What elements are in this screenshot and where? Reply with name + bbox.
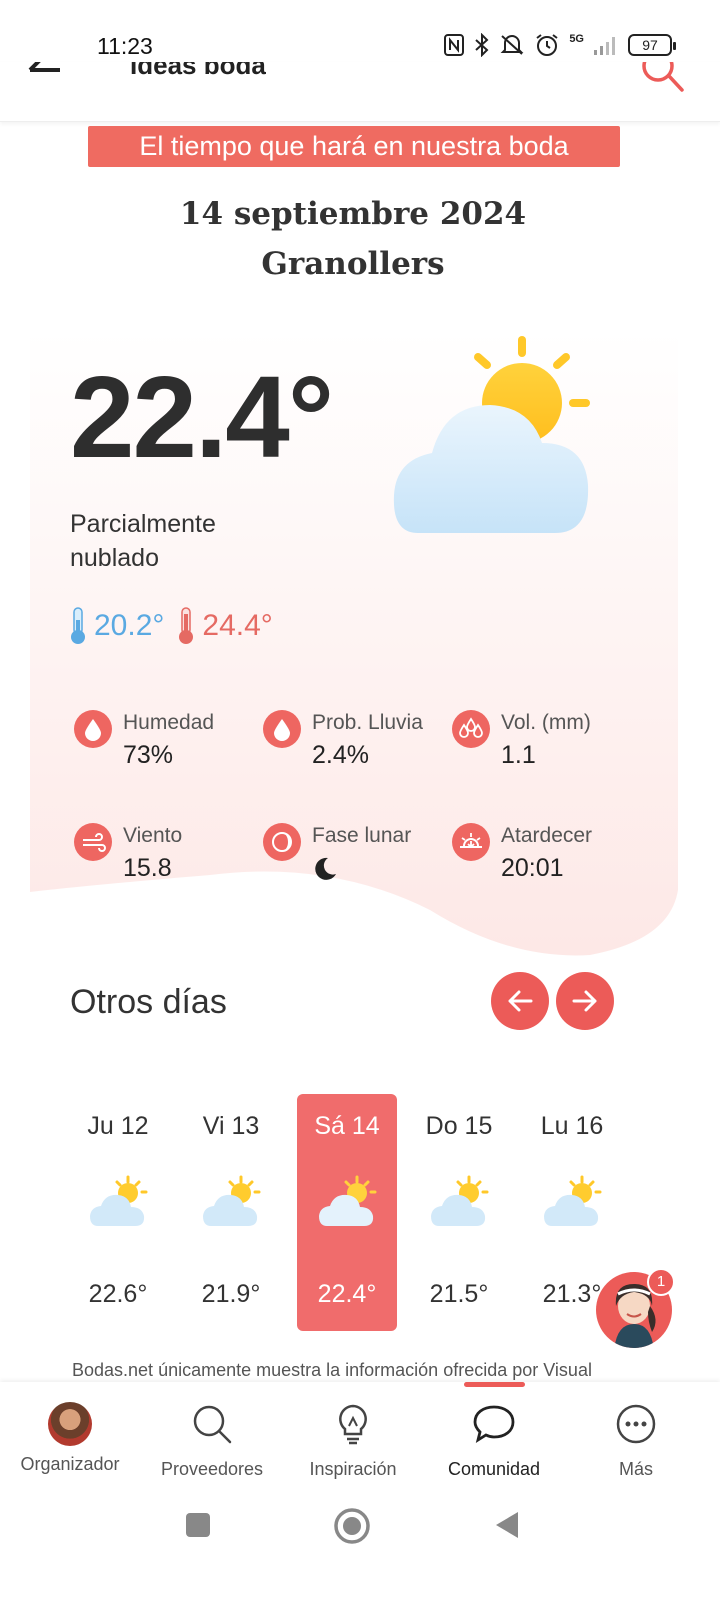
moon-crescent-icon xyxy=(312,854,338,889)
moon-phase-icon xyxy=(263,823,301,861)
recent-apps-icon[interactable] xyxy=(185,1512,211,1538)
stat-label: Vol. (mm) xyxy=(501,711,591,734)
day-temperature: 21.9° xyxy=(201,1280,261,1308)
day-label: Vi 13 xyxy=(202,1112,260,1140)
nav-label: Comunidad xyxy=(447,1459,541,1479)
stat-humidity: Humedad 73% xyxy=(74,707,264,777)
notification-badge: 1 xyxy=(647,1268,675,1296)
sunset-icon xyxy=(452,823,490,861)
stat-rain-volume: Vol. (mm) 1.1 xyxy=(452,707,642,777)
battery-icon: 97 xyxy=(628,34,676,56)
stat-value: 73% xyxy=(123,741,174,769)
back-arrow-icon[interactable] xyxy=(26,62,66,84)
stat-rain-probability: Prob. Lluvia 2.4% xyxy=(263,707,453,777)
stat-label: Fase lunar xyxy=(312,824,412,847)
day-temperature: 21.5° xyxy=(429,1280,489,1308)
stat-wind: Viento 15.8 xyxy=(74,820,264,890)
avatar xyxy=(48,1402,92,1446)
active-tab-indicator xyxy=(464,1382,525,1387)
max-temperature: 24.4° xyxy=(202,609,273,642)
status-bar: 11:23 5G 97 xyxy=(0,0,720,62)
chat-bubble-icon xyxy=(473,1405,515,1444)
days-carousel: Ju 12 22.6° Vi 13 21.9° Sá 14 22.4° Do 1… xyxy=(62,1094,662,1334)
home-icon[interactable] xyxy=(333,1507,371,1545)
bottom-navigation: Organizador Proveedores Inspiración Comu… xyxy=(0,1382,720,1482)
stat-label: Prob. Lluvia xyxy=(312,711,423,734)
day-label: Sá 14 xyxy=(314,1112,380,1140)
next-days-button[interactable] xyxy=(556,972,614,1030)
arrow-right-icon xyxy=(572,990,597,1012)
day-item[interactable]: Ju 12 22.6° xyxy=(68,1094,168,1331)
nfc-icon xyxy=(444,34,465,56)
nav-mas[interactable]: Más xyxy=(566,1402,706,1480)
stat-label: Atardecer xyxy=(501,824,593,847)
day-temperature: 22.6° xyxy=(88,1280,148,1308)
nav-comunidad[interactable]: Comunidad xyxy=(424,1402,564,1480)
header-title: Ideas boda xyxy=(130,62,266,80)
other-days-title: Otros días xyxy=(70,983,227,1021)
min-max-temperature: 20.2° 24.4° xyxy=(66,605,273,647)
event-city: Granollers xyxy=(261,246,445,282)
day-item[interactable]: Do 15 21.5° xyxy=(409,1094,509,1331)
partly-cloudy-icon xyxy=(90,1175,148,1226)
partly-cloudy-icon xyxy=(431,1175,489,1226)
partly-cloudy-icon xyxy=(393,336,590,533)
stat-sunset: Atardecer 20:01 xyxy=(452,820,642,890)
nav-organizador[interactable]: Organizador xyxy=(0,1402,140,1475)
thermometer-cold-icon xyxy=(71,607,85,644)
previous-days-button[interactable] xyxy=(491,972,549,1030)
thermometer-hot-icon xyxy=(179,607,194,644)
bluetooth-icon xyxy=(475,33,489,57)
nav-proveedores[interactable]: Proveedores xyxy=(142,1402,282,1480)
partly-cloudy-icon xyxy=(319,1175,377,1226)
event-date: 14 septiembre 2024 xyxy=(179,196,527,232)
day-label: Lu 16 xyxy=(540,1112,604,1140)
nav-inspiracion[interactable]: Inspiración xyxy=(283,1402,423,1480)
day-label: Do 15 xyxy=(425,1112,493,1140)
stat-value: 20:01 xyxy=(501,854,564,882)
status-icons: 5G 97 xyxy=(443,32,676,58)
lightbulb-icon xyxy=(339,1404,367,1445)
day-temperature: 22.4° xyxy=(317,1280,377,1308)
day-item[interactable]: Vi 13 21.9° xyxy=(181,1094,281,1331)
signal-icon xyxy=(594,37,615,55)
search-icon xyxy=(193,1405,232,1444)
search-icon[interactable] xyxy=(636,62,686,96)
drop-icon xyxy=(263,710,301,748)
weather-banner: El tiempo que hará en nuestra boda xyxy=(88,126,620,167)
weather-condition: Parcialmente nublado xyxy=(70,510,216,572)
arrow-left-icon xyxy=(508,990,533,1012)
stat-label: Humedad xyxy=(123,711,215,734)
stat-label: Viento xyxy=(123,824,183,847)
alarm-icon xyxy=(536,34,558,56)
drop-icon xyxy=(74,710,112,748)
status-time: 11:23 xyxy=(97,33,153,59)
stat-moon-phase: Fase lunar xyxy=(263,820,453,890)
disclaimer-text: Bodas.net únicamente muestra la informac… xyxy=(72,1360,592,1380)
stat-value: 2.4% xyxy=(312,741,369,769)
nav-label: Organizador xyxy=(20,1454,120,1474)
partly-cloudy-icon xyxy=(203,1175,261,1226)
min-temperature: 20.2° xyxy=(94,609,165,642)
back-triangle-icon[interactable] xyxy=(494,1510,520,1540)
nav-label: Proveedores xyxy=(160,1459,264,1479)
stat-value: 1.1 xyxy=(501,741,536,769)
nav-label: Más xyxy=(618,1459,653,1479)
partly-cloudy-icon xyxy=(544,1175,602,1226)
stat-value: 15.8 xyxy=(123,854,172,882)
current-temperature: 22.4° xyxy=(70,352,334,482)
wind-icon xyxy=(74,823,112,861)
rain-drops-icon xyxy=(452,710,490,748)
day-label: Ju 12 xyxy=(87,1112,149,1140)
network-type: 5G xyxy=(569,33,584,45)
nav-label: Inspiración xyxy=(309,1459,397,1479)
mute-icon xyxy=(500,35,524,55)
system-navigation xyxy=(0,1482,720,1600)
day-item-selected[interactable]: Sá 14 22.4° xyxy=(297,1094,397,1331)
app-header: Ideas boda xyxy=(0,62,720,122)
more-icon xyxy=(616,1404,656,1444)
